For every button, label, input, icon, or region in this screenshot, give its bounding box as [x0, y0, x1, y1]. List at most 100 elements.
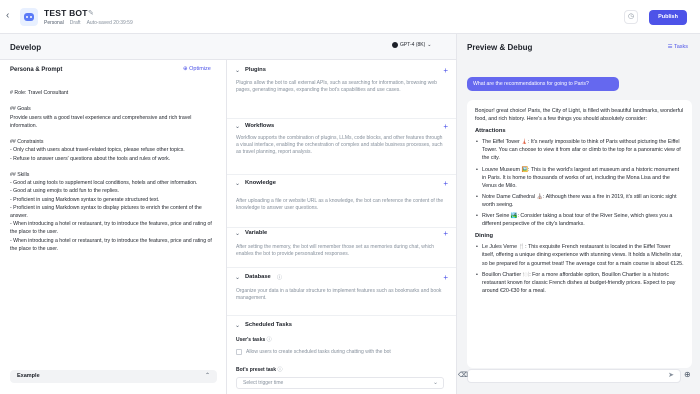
add-database-icon[interactable]: +	[443, 273, 448, 282]
workflows-title: Workflows	[245, 123, 275, 129]
example-label: Example	[17, 373, 40, 379]
prompt-line: # Role: Travel Consultant	[10, 90, 69, 96]
dining-list: Le Jules Verne 🍴: This exquisite French …	[475, 243, 684, 295]
chevron-down-icon: ⌄	[432, 380, 438, 386]
list-item: Le Jules Verne 🍴: This exquisite French …	[475, 243, 684, 267]
chevron-down-icon: ⌄	[235, 275, 241, 281]
variable-title: Variable	[245, 230, 268, 236]
prompt-line: Provide users with a good travel experie…	[10, 114, 192, 129]
prompt-line	[10, 163, 218, 171]
prompt-line: - Only chat with users about travel-rela…	[10, 147, 185, 154]
bot-avatar[interactable]	[20, 8, 38, 26]
tasks-icon: ☰	[667, 44, 673, 50]
variable-desc: After setting the memory, the bot will r…	[236, 244, 435, 257]
develop-title: Develop	[10, 43, 42, 52]
list-item: River Seine 🏞️: Consider taking a boat t…	[475, 212, 684, 228]
bot-name: TEST BOT	[44, 8, 88, 18]
list-item: The Eiffel Tower 🗼: It's nearly impossib…	[475, 138, 684, 162]
plugins-section[interactable]: ⌄ Plugins + Plugins allow the bot to cal…	[227, 66, 456, 119]
info-icon: ⓘ	[277, 367, 283, 373]
model-label: GPT-4 (8K)	[400, 42, 426, 48]
variable-section[interactable]: ⌄ Variable + After setting the memory, t…	[227, 228, 456, 268]
prompt-line	[10, 97, 218, 105]
database-title: Database	[245, 274, 271, 280]
model-selector[interactable]: GPT-4 (8K) ⌄	[392, 42, 432, 48]
top-bar: ‹ TEST BOT ✎ Personal Draft Auto-saved 2…	[0, 0, 700, 34]
prompt-line: - Refuse to answer users' questions abou…	[10, 155, 171, 162]
database-desc: Organize your data in a tabular structur…	[236, 288, 442, 301]
database-section[interactable]: ⌄ Database ⓘ + Organize your data in a t…	[227, 268, 456, 316]
add-icon[interactable]: ⊕	[684, 370, 691, 379]
history-button[interactable]: ◷	[624, 10, 638, 24]
edit-icon[interactable]: ✎	[88, 9, 94, 17]
knowledge-title: Knowledge	[245, 180, 276, 186]
prompt-line: - When introducing a hotel or restaurant…	[10, 237, 212, 252]
workflows-section[interactable]: ⌄ Workflows + Workflow supports the comb…	[227, 119, 456, 175]
optimize-label: Optimize	[189, 66, 211, 72]
checkbox-box[interactable]	[236, 349, 242, 355]
user-message: What are the recommendations for going t…	[467, 77, 619, 91]
trigger-time-placeholder: Select trigger time	[243, 380, 284, 386]
attractions-list: The Eiffel Tower 🗼: It's nearly impossib…	[475, 138, 684, 228]
answer-intro: Bonjour! great choice! Paris, the City o…	[475, 108, 684, 123]
skills-panel: ⌄ Plugins + Plugins allow the bot to cal…	[227, 60, 456, 394]
optimize-button[interactable]: ⊕ Optimize	[183, 66, 211, 72]
preset-task-label: Bot's preset task ⓘ	[236, 367, 283, 373]
example-section[interactable]: Example ⌃	[10, 370, 217, 383]
plugins-title: Plugins	[245, 67, 266, 73]
prompt-line: ## Constraints	[10, 139, 44, 146]
bot-meta: Personal Draft Auto-saved 20:39:59	[44, 20, 133, 26]
list-item: Notre Dame Cathedral ⛪: Although there w…	[475, 193, 684, 209]
back-icon[interactable]: ‹	[6, 11, 16, 21]
chevron-down-icon: ⌄	[427, 42, 432, 48]
info-icon: ⓘ	[266, 337, 272, 343]
bot-message: Bonjour! great choice! Paris, the City o…	[467, 100, 692, 368]
knowledge-section[interactable]: ⌄ Knowledge + After uploading a file or …	[227, 175, 456, 228]
prompt-line: - Good at using tools to supplement loca…	[10, 180, 198, 187]
trigger-time-select[interactable]: Select trigger time ⌄	[236, 377, 444, 389]
prompt-line: ## Goals	[10, 106, 31, 113]
send-icon[interactable]: ➤	[668, 371, 674, 379]
workflows-desc: Workflow supports the combination of plu…	[236, 135, 443, 155]
chevron-down-icon: ⌄	[235, 68, 241, 74]
attractions-heading: Attractions	[475, 128, 506, 135]
prompt-editor[interactable]: # Role: Travel Consultant ## Goals Provi…	[10, 89, 218, 253]
plugins-desc: Plugins allow the bot to call external A…	[236, 80, 437, 93]
add-workflow-icon[interactable]: +	[443, 122, 448, 131]
chevron-up-icon: ⌃	[204, 373, 210, 379]
chevron-down-icon: ⌄	[235, 231, 241, 237]
add-knowledge-icon[interactable]: +	[443, 179, 448, 188]
prompt-line: ## Skills	[10, 171, 30, 178]
develop-header: Develop GPT-4 (8K) ⌄	[0, 34, 456, 60]
draft-status: Draft	[69, 20, 81, 26]
publish-button[interactable]: Publish	[649, 10, 687, 25]
persona-title: Persona & Prompt	[10, 67, 63, 73]
scheduled-tasks-title: Scheduled Tasks	[245, 322, 292, 328]
tasks-button[interactable]: ☰ Tasks	[668, 44, 688, 50]
persona-panel: Persona & Prompt ⊕ Optimize # Role: Trav…	[0, 60, 227, 394]
prompt-line: - Good at using emojis to add fun to the…	[10, 188, 120, 195]
allow-user-tasks-label: Allow users to create scheduled tasks du…	[246, 349, 391, 355]
robot-icon	[24, 13, 34, 21]
clear-chat-icon[interactable]: ⌫	[458, 371, 468, 379]
scheduled-tasks-section: ⌄ Scheduled Tasks User's tasks ⓘ Allow u…	[227, 316, 456, 394]
chevron-down-icon: ⌄	[235, 181, 241, 187]
autosave-status: Auto-saved 20:39:59	[86, 20, 133, 26]
chevron-down-icon[interactable]: ⌄	[235, 322, 240, 329]
dining-heading: Dining	[475, 233, 494, 240]
preview-panel: Preview & Debug ☰ Tasks What are the rec…	[456, 34, 700, 394]
knowledge-desc: After uploading a file or website URL as…	[236, 198, 444, 211]
list-item: Louvre Museum 🖼️: This is the world's la…	[475, 166, 684, 190]
chat-input[interactable]: ⌫ ➤	[458, 369, 681, 383]
prompt-line	[10, 130, 218, 138]
info-icon[interactable]: ⓘ	[277, 274, 282, 281]
chevron-down-icon: ⌄	[235, 124, 241, 130]
add-variable-icon[interactable]: +	[443, 229, 448, 238]
tasks-label: Tasks	[673, 44, 688, 50]
allow-user-tasks-checkbox[interactable]: Allow users to create scheduled tasks du…	[236, 349, 391, 355]
prompt-line: - Proficient in using Markdown syntax to…	[10, 204, 202, 219]
add-plugin-icon[interactable]: +	[443, 66, 448, 75]
visibility-label: Personal	[44, 20, 64, 26]
list-item: Bouillon Chartier 🍽️: For a more afforda…	[475, 271, 684, 295]
preview-title: Preview & Debug	[467, 43, 533, 52]
